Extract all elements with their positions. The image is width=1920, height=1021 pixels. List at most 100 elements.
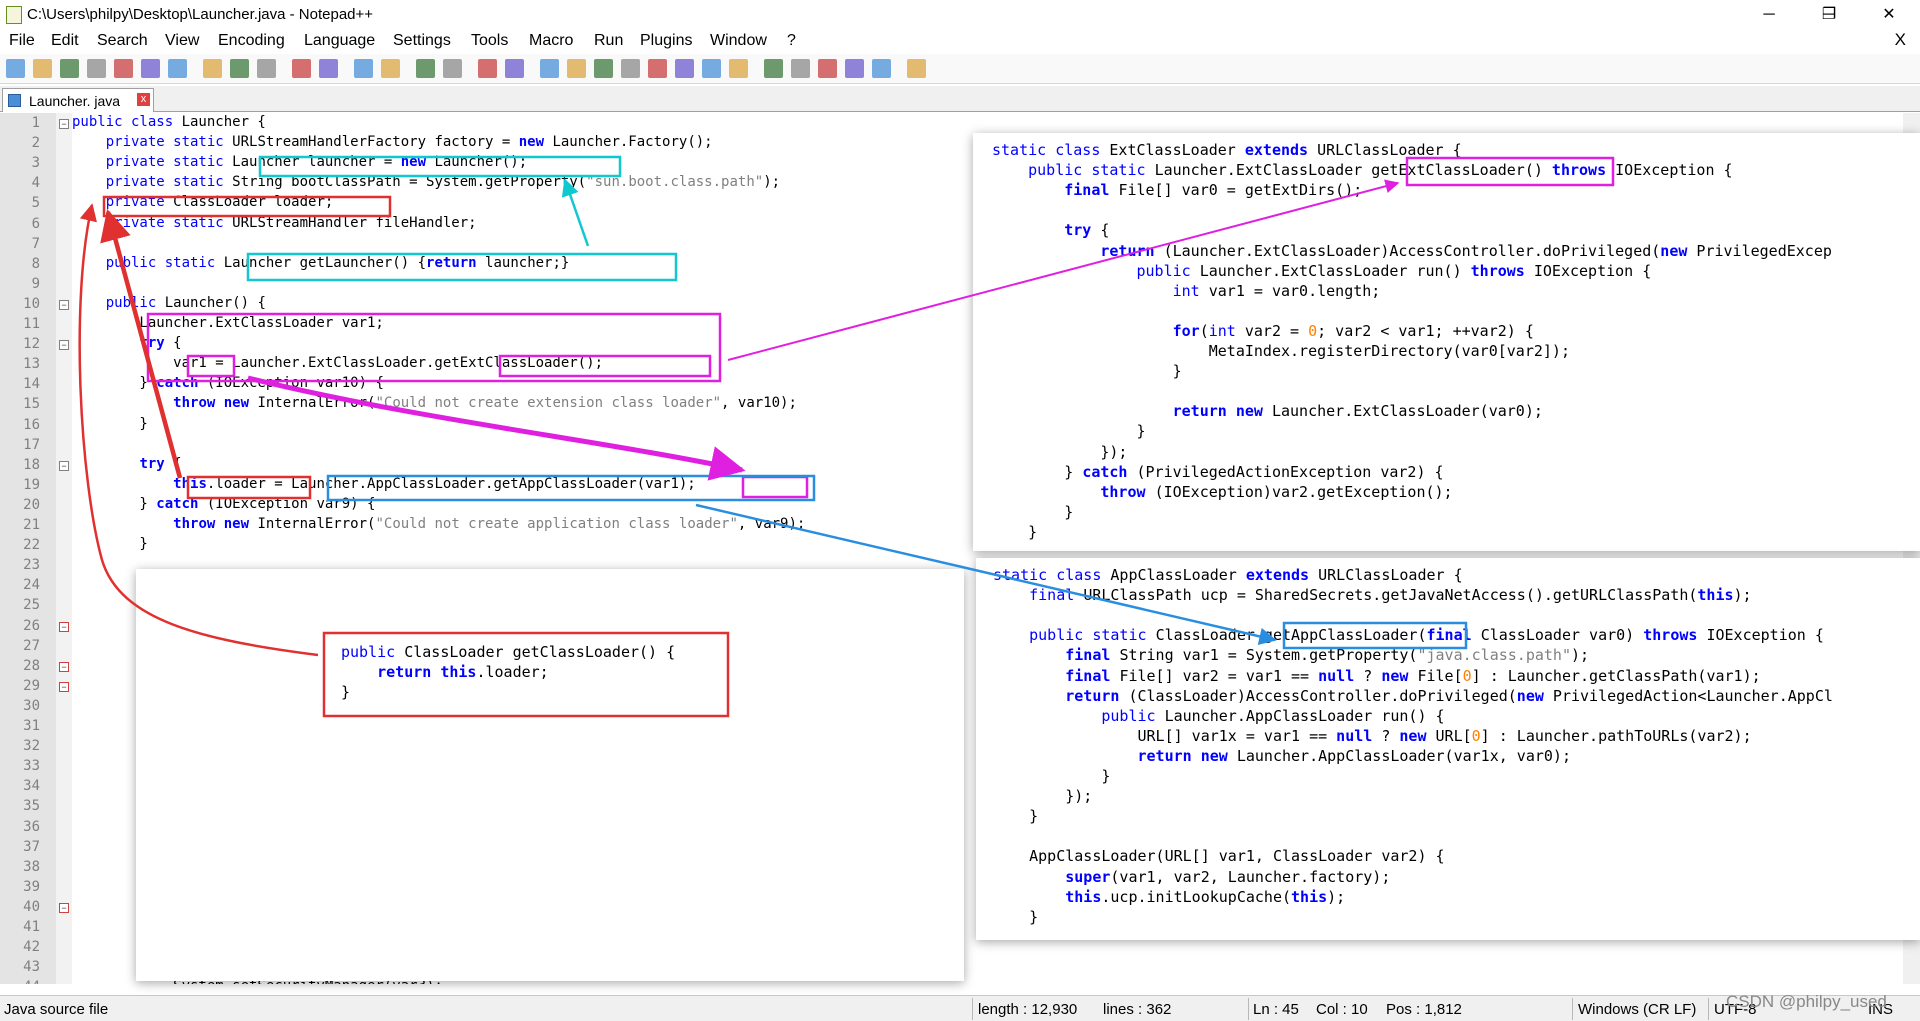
code-token: "sun.boot.class.path": [586, 174, 764, 191]
line-number: 37: [23, 838, 40, 855]
fold-toggle-icon[interactable]: −: [59, 661, 69, 672]
copy-icon[interactable]: [230, 59, 249, 78]
menu-window[interactable]: Window: [710, 32, 767, 50]
find-icon[interactable]: [354, 59, 373, 78]
record-macro-icon[interactable]: [764, 59, 783, 78]
line-number: 43: [23, 959, 40, 976]
folder-workspace-icon[interactable]: [702, 59, 721, 78]
code-token: File[: [1417, 666, 1463, 685]
code-line: public Launcher.AppClassLoader run() {: [993, 707, 1444, 725]
maximize-button[interactable]: ❐: [1806, 2, 1852, 28]
zoom-in-icon[interactable]: [416, 59, 435, 78]
close-icon[interactable]: [114, 59, 133, 78]
play-macro-icon[interactable]: [818, 59, 837, 78]
code-line: private ClassLoader loader;: [72, 194, 334, 210]
fold-toggle-icon[interactable]: −: [59, 621, 69, 632]
print-icon[interactable]: [168, 59, 187, 78]
user-language-icon[interactable]: [621, 59, 640, 78]
menu-bar: File Edit Search View Encoding Language …: [0, 30, 1920, 54]
menu-plugins[interactable]: Plugins: [640, 32, 692, 50]
undo-icon[interactable]: [292, 59, 311, 78]
save-macro-icon[interactable]: [872, 59, 891, 78]
fold-toggle-icon[interactable]: −: [59, 299, 69, 310]
close-document-button[interactable]: X: [1895, 30, 1906, 50]
code-token: String var1 = System.getProperty(: [1119, 646, 1418, 665]
tab-launcher-java[interactable]: Launcher. java x: [2, 88, 154, 112]
word-wrap-icon[interactable]: [540, 59, 559, 78]
code-line: private static String bootClassPath = Sy…: [72, 174, 780, 190]
zoom-out-icon[interactable]: [443, 59, 462, 78]
tab-close-icon[interactable]: x: [137, 93, 150, 106]
code-token: private static: [105, 154, 233, 171]
save-all-icon[interactable]: [87, 59, 106, 78]
line-number: 28: [23, 657, 40, 674]
cut-icon[interactable]: [203, 59, 222, 78]
line-number: 24: [23, 577, 40, 594]
code-token: Launcher.ExtClassLoader getExtClassLoade…: [1154, 161, 1552, 180]
annotation-panel-getclassloader: public ClassLoader getClassLoader() { re…: [136, 569, 964, 981]
open-file-icon[interactable]: [33, 59, 52, 78]
code-token: throw new: [173, 395, 258, 412]
menu-search[interactable]: Search: [97, 32, 148, 50]
new-file-icon[interactable]: [6, 59, 25, 78]
close-window-button[interactable]: ✕: [1866, 2, 1912, 28]
line-number: 8: [31, 255, 40, 272]
line-number: 6: [31, 215, 40, 232]
status-eol[interactable]: Windows (CR LF): [1578, 1001, 1696, 1018]
menu-help[interactable]: ?: [787, 32, 796, 50]
sync-vertical-icon[interactable]: [478, 59, 497, 78]
menu-tools[interactable]: Tools: [471, 32, 508, 50]
code-token: var1 = var0.length;: [1208, 281, 1381, 300]
document-map-icon[interactable]: [648, 59, 667, 78]
fold-toggle-icon[interactable]: −: [59, 460, 69, 471]
menu-run[interactable]: Run: [594, 32, 623, 50]
code-token: ?: [1363, 666, 1382, 685]
close-all-icon[interactable]: [141, 59, 160, 78]
code-token: int: [1208, 321, 1245, 340]
code-token: , var9);: [737, 516, 806, 532]
fold-toggle-icon[interactable]: −: [59, 340, 69, 351]
code-line: public class Launcher {: [72, 114, 266, 130]
menu-macro[interactable]: Macro: [529, 32, 573, 50]
monitoring-icon[interactable]: [729, 59, 748, 78]
menu-settings[interactable]: Settings: [393, 32, 451, 50]
indent-guide-icon[interactable]: [594, 59, 613, 78]
status-separator: [972, 998, 973, 1020]
line-number: 10: [23, 295, 40, 312]
stop-macro-icon[interactable]: [791, 59, 810, 78]
menu-language[interactable]: Language: [304, 32, 375, 50]
menu-file[interactable]: File: [9, 32, 35, 50]
fold-toggle-icon[interactable]: −: [59, 119, 69, 129]
code-token: new: [1516, 686, 1553, 705]
sync-horizontal-icon[interactable]: [505, 59, 524, 78]
replace-icon[interactable]: [381, 59, 400, 78]
code-token: File[] var0 = getExtDirs();: [1118, 181, 1363, 200]
code-line: final File[] var2 = var1 == null ? new F…: [993, 666, 1760, 685]
fold-toggle-icon[interactable]: −: [59, 902, 69, 913]
function-list-icon[interactable]: [675, 59, 694, 78]
menu-view[interactable]: View: [165, 32, 199, 50]
paste-icon[interactable]: [257, 59, 276, 78]
code-token: URLStreamHandlerFactory factory =: [232, 134, 519, 151]
show-all-chars-icon[interactable]: [567, 59, 586, 78]
launch-browser-icon[interactable]: [907, 59, 926, 78]
minimize-button[interactable]: ─: [1746, 2, 1792, 28]
menu-encoding[interactable]: Encoding: [218, 32, 285, 50]
run-macro-multiple-icon[interactable]: [845, 59, 864, 78]
fold-toggle-icon[interactable]: −: [59, 681, 69, 692]
redo-icon[interactable]: [319, 59, 338, 78]
menu-edit[interactable]: Edit: [51, 32, 79, 50]
save-icon[interactable]: [60, 59, 79, 78]
code-token: .loader = Launcher.AppClassLoader.getApp…: [206, 475, 696, 492]
code-line: static class ExtClassLoader extends URLC…: [992, 141, 1462, 159]
line-number: 36: [23, 818, 40, 835]
